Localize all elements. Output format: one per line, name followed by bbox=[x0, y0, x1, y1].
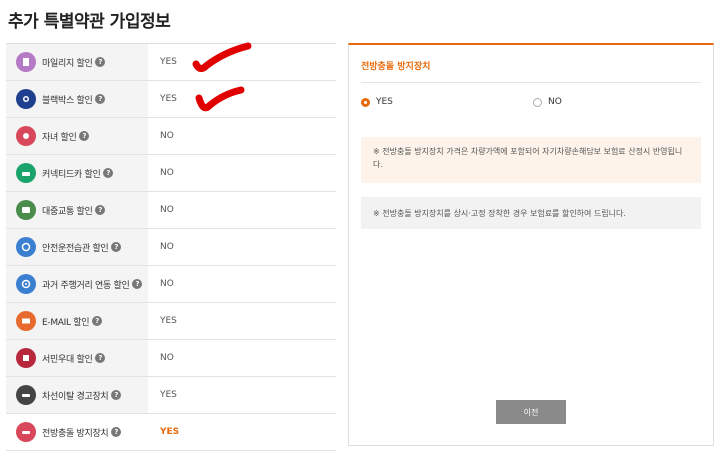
lane-departure-icon bbox=[16, 385, 36, 405]
info-note: ※ 전방충돌 방지장치 가격은 차량가액에 포함되어 자기차량손해담보 보험료 … bbox=[361, 137, 701, 183]
blackbox-icon bbox=[16, 89, 36, 109]
list-item-email[interactable]: E-MAIL 할인? YES bbox=[6, 303, 336, 340]
checkmark-annotation bbox=[195, 86, 245, 112]
odometer-icon bbox=[16, 274, 36, 294]
help-icon[interactable]: ? bbox=[111, 427, 122, 437]
discount-note: ※ 전방충돌 방지장치를 상시·고정 장착한 경우 보험료를 할인하여 드립니다… bbox=[361, 197, 701, 229]
help-icon[interactable]: ? bbox=[95, 353, 106, 363]
help-icon[interactable]: ? bbox=[95, 57, 106, 67]
safe-driving-icon bbox=[16, 237, 36, 257]
checkmark-annotation bbox=[192, 42, 252, 73]
help-icon[interactable]: ? bbox=[92, 316, 103, 326]
bus-icon bbox=[16, 200, 36, 220]
list-item-bus[interactable]: 대중교통 할인? NO bbox=[6, 192, 336, 229]
help-icon[interactable]: ? bbox=[111, 242, 122, 252]
collision-icon bbox=[16, 422, 36, 442]
page-title: 추가 특별약관 가입정보 bbox=[8, 12, 171, 32]
list-item-safe-driving[interactable]: 안전운전습관 할인? NO bbox=[6, 229, 336, 266]
radio-unselected-icon bbox=[533, 97, 542, 107]
panel-title: 전방충돌 방지장치 bbox=[361, 62, 431, 72]
radio-yes[interactable]: YES bbox=[361, 97, 393, 107]
list-item-mileage[interactable]: 마일리지 할인? YES bbox=[6, 44, 336, 81]
list-item-lane-departure[interactable]: 차선이탈 경고장치? YES bbox=[6, 377, 336, 414]
child-icon bbox=[16, 126, 36, 146]
radio-selected-icon bbox=[361, 97, 370, 107]
help-icon[interactable]: ? bbox=[132, 279, 143, 289]
help-icon[interactable]: ? bbox=[111, 390, 122, 400]
list-item-collision[interactable]: 전방충돌 방지장치? YES bbox=[6, 414, 336, 451]
mileage-icon bbox=[16, 52, 36, 72]
help-icon[interactable]: ? bbox=[79, 131, 90, 141]
list-item-blackbox[interactable]: 블랙박스 할인? YES bbox=[6, 81, 336, 118]
connected-car-icon bbox=[16, 163, 36, 183]
email-icon bbox=[16, 311, 36, 331]
discount-list: 마일리지 할인? YES 블랙박스 할인? YES 자녀 할인? NO 커넥티드… bbox=[6, 43, 336, 451]
list-item-child[interactable]: 자녀 할인? NO bbox=[6, 118, 336, 155]
help-icon[interactable]: ? bbox=[103, 168, 114, 178]
list-item-low-income[interactable]: 서민우대 할인? NO bbox=[6, 340, 336, 377]
list-item-odometer[interactable]: 과거 주행거리 연동 할인? NO bbox=[6, 266, 336, 303]
detail-panel: 전방충돌 방지장치 YES NO ※ 전방충돌 방지장치 가격은 차량가액에 포… bbox=[348, 43, 714, 446]
help-icon[interactable]: ? bbox=[95, 94, 106, 104]
divider bbox=[361, 82, 701, 83]
low-income-icon bbox=[16, 348, 36, 368]
list-item-connected-car[interactable]: 커넥티드카 할인? NO bbox=[6, 155, 336, 192]
prev-button[interactable]: 이전 bbox=[496, 400, 566, 424]
help-icon[interactable]: ? bbox=[95, 205, 106, 215]
radio-no[interactable]: NO bbox=[533, 97, 562, 107]
